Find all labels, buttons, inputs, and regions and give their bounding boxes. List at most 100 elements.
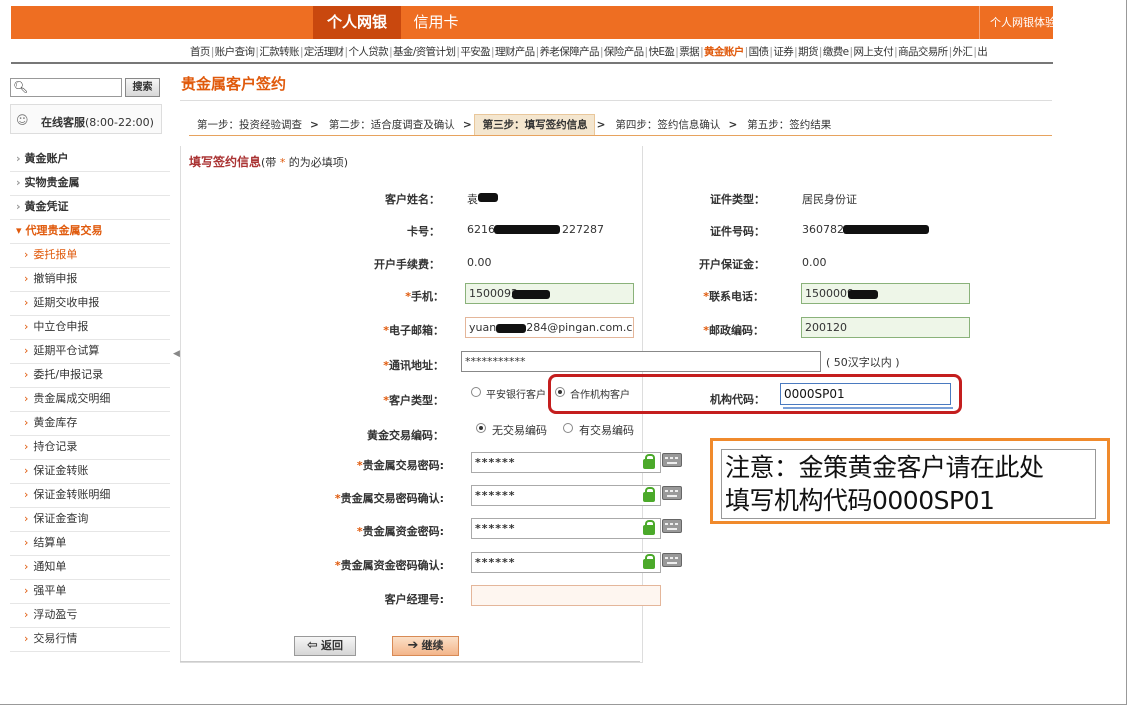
nav-link[interactable]: 证券 [773,44,793,59]
sidebar-menu: › 黄金账户 › 实物贵金属 › 黄金凭证 ▾ 代理贵金属交易 › 委托报单 › 撤销申报 › 延期交收申… [10,148,170,652]
personal-banking-demo-link[interactable]: 个人网银体验 [979,6,1053,39]
sidebar-item[interactable]: › 撤销申报 [10,268,170,292]
nav-link[interactable]: 缴费e [823,44,849,59]
nav-link[interactable]: 账户查询 [215,44,255,59]
nav-link[interactable]: 个人贷款 [348,44,388,59]
search-input[interactable]: 🔍︎ [10,78,122,97]
sidebar-item[interactable]: › 延期交收申报 [10,292,170,316]
radio-pingan-customer[interactable] [471,387,481,397]
radio-pingan-customer-label[interactable]: 平安银行客户 [486,386,546,401]
sidebar-item[interactable]: › 贵金属成交明细 [10,388,170,412]
trade-password-confirm-input[interactable]: ****** [471,485,661,506]
nav-separator: | [210,46,215,58]
trade-password-input[interactable]: ****** [471,452,661,473]
id-type-label: 证件类型： [710,193,765,206]
nav-link[interactable]: 养老保障产品 [540,44,600,59]
sidebar-category[interactable]: › 黄金凭证 [10,196,170,220]
chevron-right-icon: › [24,344,29,357]
sidebar-item[interactable]: › 中立仓申报 [10,316,170,340]
sidebar-item[interactable]: › 延期平仓试算 [10,340,170,364]
opening-deposit-value: 0.00 [802,256,827,269]
fund-password-confirm-input[interactable]: ****** [471,552,661,573]
sidebar-category[interactable]: › 实物贵金属 [10,172,170,196]
nav-link[interactable]: 黄金账户 [704,44,744,59]
nav-link[interactable]: 保险产品 [604,44,644,59]
sidebar-category[interactable]: › 黄金账户 [10,148,170,172]
back-button[interactable]: ⇦ 返回 [294,636,356,656]
sidebar-item[interactable]: › 浮动盈亏 [10,604,170,628]
nav-link[interactable]: 期货 [798,44,818,59]
sidebar-item-label: 委托/申报记录 [33,368,104,381]
sidebar-item-label: 保证金转账 [33,464,89,477]
address-label: *通讯地址： [383,359,444,372]
nav-link[interactable]: 商品交易所 [898,44,948,59]
radio-has-trade-code-label[interactable]: 有交易编码 [579,422,634,438]
sidebar-item-label: 浮动盈亏 [33,608,78,621]
zip-code-input[interactable]: 200120 [801,317,970,338]
chevron-right-icon: › [24,584,29,597]
search-button[interactable]: 搜索 [125,78,160,97]
online-service-label: 在线客服(8:00-22:00) [41,116,154,129]
opening-deposit-label: 开户保证金： [699,258,765,271]
sidebar-item[interactable]: › 委托/申报记录 [10,364,170,388]
sidebar-item-label: 保证金转账明细 [33,488,111,501]
keyboard-icon[interactable] [662,553,682,567]
sidebar-item[interactable]: › 委托报单 [10,244,170,268]
sidebar-item-label: 黄金账户 [24,152,69,165]
address-input[interactable]: *********** [461,351,821,372]
trade-code-label: 黄金交易编码： [367,429,444,442]
nav-separator: | [700,46,704,58]
radio-has-trade-code[interactable] [563,423,573,433]
fund-password-input[interactable]: ****** [471,518,661,539]
email-input[interactable]: yuan 284@pingan.com.cn [465,317,634,338]
contact-phone-input[interactable]: 1500009 [801,283,970,304]
continue-button[interactable]: ➔ 继续 [392,636,459,656]
sidebar-item[interactable]: › 保证金转账 [10,460,170,484]
annotation-text: 注意：金策黄金客户请在此处 填写机构代码0000SP01 [725,453,1044,515]
sidebar-item[interactable]: › 黄金库存 [10,412,170,436]
nav-link[interactable]: 定活理财 [304,44,344,59]
nav-link[interactable]: 外汇 [953,44,973,59]
chevron-right-icon: › [24,248,29,261]
account-manager-input[interactable] [471,585,661,606]
nav-link[interactable]: 理财产品 [495,44,535,59]
tab-personal-banking[interactable]: 个人网银 [313,6,401,39]
nav-link[interactable]: 国债 [749,44,769,59]
sidebar-item[interactable]: › 保证金查询 [10,508,170,532]
sidebar-item[interactable]: › 结算单 [10,532,170,556]
nav-link[interactable]: 平安盈 [460,44,490,59]
radio-no-trade-code[interactable] [476,423,486,433]
keyboard-icon[interactable] [662,486,682,500]
sidebar-category[interactable]: ▾ 代理贵金属交易 [10,220,170,244]
chevron-down-icon: ▾ [16,224,22,237]
sidebar-splitter[interactable]: ◀ [171,64,180,674]
sidebar-item[interactable]: › 持仓记录 [10,436,170,460]
nav-link[interactable]: 基金/资管计划 [393,44,456,59]
step-item: 第四步：签约信息确认 [615,119,721,131]
sidebar-item[interactable]: › 强平单 [10,580,170,604]
nav-link[interactable]: 网上支付 [854,44,894,59]
online-service-box[interactable]: ☺ 在线客服(8:00-22:00) [10,104,162,134]
sidebar-item-label: 代理贵金属交易 [25,224,103,237]
address-hint: ( 50汉字以内 ) [826,356,900,369]
keyboard-icon[interactable] [662,519,682,533]
nav-link[interactable]: 首页 [190,44,210,59]
nav-separator: | [769,46,773,58]
mobile-label: *手机： [405,290,444,303]
collapse-arrow-icon[interactable]: ◀ [173,349,180,359]
nav-link[interactable]: 汇款转账 [259,44,299,59]
nav-separator: | [818,46,823,58]
radio-no-trade-code-label[interactable]: 无交易编码 [492,422,547,438]
annotation-note: 注意：金策黄金客户请在此处 填写机构代码0000SP01 [710,438,1110,524]
step-indicator: 第一步：投资经验调查 > 第二步：适合度调查及确认 > 第三步：填写签约信息 > 第四步：签… [189,114,1052,136]
nav-link[interactable]: 票据 [679,44,699,59]
sidebar-item[interactable]: › 通知单 [10,556,170,580]
sidebar-item[interactable]: › 交易行情 [10,628,170,652]
form-subtitle: 填写签约信息(带 * 的为必填项) [189,155,349,169]
tab-credit-card[interactable]: 信用卡 [401,6,471,39]
nav-link[interactable]: 快E盈 [648,44,674,59]
nav-link[interactable]: 出 [977,44,988,59]
org-code-input[interactable]: 0000SP01 [780,383,951,405]
sidebar-item[interactable]: › 保证金转账明细 [10,484,170,508]
keyboard-icon[interactable] [662,453,682,467]
